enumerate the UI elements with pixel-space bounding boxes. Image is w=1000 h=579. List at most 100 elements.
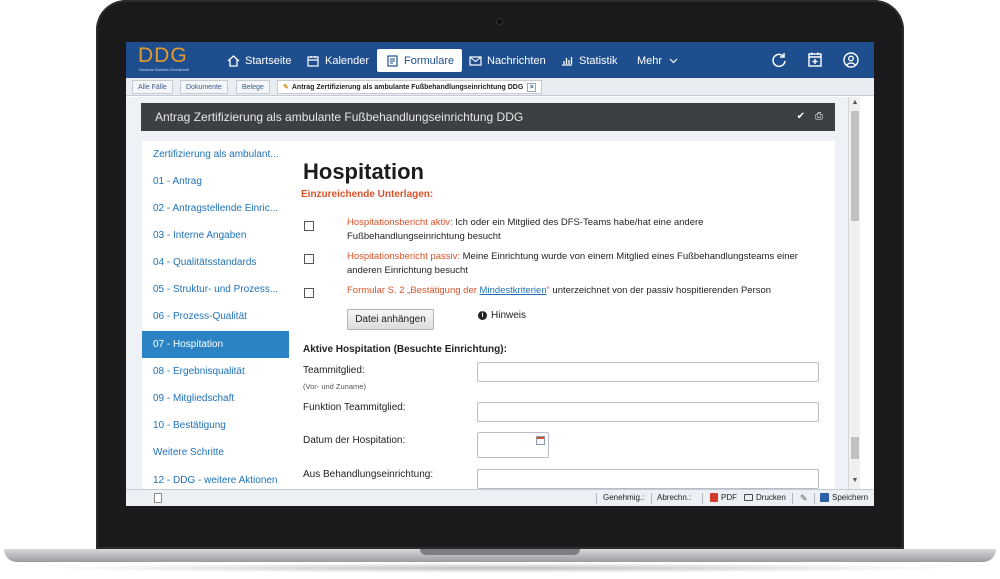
bar-chart-icon bbox=[560, 54, 574, 68]
scroll-thumb[interactable] bbox=[851, 111, 859, 221]
sidebar-item-antrag[interactable]: 01 - Antrag bbox=[142, 168, 289, 195]
laptop-shadow bbox=[40, 563, 960, 573]
sidebar-item-weitere-schritte[interactable]: Weitere Schritte bbox=[142, 439, 289, 466]
nav-label: Statistik bbox=[579, 54, 618, 67]
mindestkriterien-link[interactable]: Mindestkriterien bbox=[480, 285, 547, 296]
field-label-teammitglied: Teammitglied: bbox=[303, 365, 365, 376]
save-button[interactable]: Speichern bbox=[820, 493, 868, 502]
sidebar-item-struktur-prozess[interactable]: 05 - Struktur- und Prozess... bbox=[142, 276, 289, 303]
refresh-icon[interactable] bbox=[770, 51, 788, 69]
logo-subtitle: Deutsche Diabetes Gesellschaft bbox=[139, 68, 189, 72]
document-icon bbox=[154, 493, 162, 503]
pdf-icon bbox=[710, 493, 718, 502]
nav-mehr[interactable]: Mehr bbox=[637, 49, 680, 72]
divider bbox=[702, 493, 703, 504]
divider bbox=[596, 493, 597, 504]
scrollbar[interactable]: ▲ ▼ bbox=[848, 97, 860, 489]
pencil-icon: ✎ bbox=[283, 84, 289, 91]
ddg-logo[interactable]: DDG Deutsche Diabetes Gesellschaft bbox=[138, 44, 208, 75]
main-panel: Hospitation Einzureichende Unterlagen: H… bbox=[289, 141, 835, 489]
requirement-label: Hospitationsbericht aktiv: bbox=[347, 217, 453, 228]
attachment-button[interactable]: ✎ bbox=[800, 493, 808, 504]
field-label-funktion: Funktion Teammitglied: bbox=[303, 402, 406, 413]
mail-icon bbox=[468, 54, 482, 68]
nav-label: Mehr bbox=[637, 54, 663, 67]
sidebar-item-hospitation[interactable]: 07 - Hospitation bbox=[142, 331, 289, 358]
camera-icon bbox=[496, 18, 503, 25]
hint-link[interactable]: i Hinweis bbox=[478, 310, 526, 321]
nav-formulare[interactable]: Formulare bbox=[377, 49, 463, 72]
checkbox-hospitationsbericht-aktiv[interactable] bbox=[304, 221, 314, 231]
tab-label: Antrag Zertifizierung als ambulante Fußb… bbox=[291, 84, 524, 91]
field-label-behandlungseinrichtung: Aus Behandlungseinrichtung: bbox=[303, 469, 434, 480]
requirement-formular: Formular S. 2 „Bestätigung der Mindestkr… bbox=[347, 284, 807, 298]
print-label: Drucken bbox=[756, 493, 786, 502]
screen: DDG Deutsche Diabetes Gesellschaft Start… bbox=[126, 42, 874, 506]
divider bbox=[814, 493, 815, 504]
attach-file-button[interactable]: Datei anhängen bbox=[347, 309, 434, 330]
nav-startseite[interactable]: Startseite bbox=[226, 49, 291, 72]
sidebar-item-bestaetigung[interactable]: 10 - Bestätigung bbox=[142, 412, 289, 439]
calendar-add-icon[interactable] bbox=[806, 51, 824, 69]
step-sidebar: Zertifizierung als ambulant... 01 - Antr… bbox=[142, 141, 289, 489]
datum-hospitation-input[interactable] bbox=[477, 432, 549, 458]
tab-label: Alle Fälle bbox=[138, 84, 167, 91]
close-icon[interactable]: × bbox=[527, 82, 537, 92]
pdf-button[interactable]: PDF bbox=[710, 493, 737, 502]
tab-belege[interactable]: Belege bbox=[236, 80, 270, 94]
home-icon bbox=[226, 54, 240, 68]
field-label-datum: Datum der Hospitation: bbox=[303, 435, 406, 446]
form-title: Antrag Zertifizierung als ambulante Fußb… bbox=[155, 110, 524, 124]
sidebar-item-antragstellende[interactable]: 02 - Antragstellende Einric... bbox=[142, 195, 289, 222]
field-sublabel-teammitglied: (Vor- und Zuname) bbox=[303, 382, 366, 391]
form-title-bar: Antrag Zertifizierung als ambulante Fußb… bbox=[141, 103, 835, 131]
nav-label: Kalender bbox=[325, 54, 370, 67]
user-icon[interactable] bbox=[842, 51, 860, 69]
requirement-label: Formular S. 2 „Bestätigung der bbox=[347, 285, 480, 296]
checkbox-hospitationsbericht-passiv[interactable] bbox=[304, 254, 314, 264]
hint-label: Hinweis bbox=[491, 310, 527, 321]
nav-label: Formulare bbox=[404, 54, 455, 67]
tab-label: Dokumente bbox=[186, 84, 222, 91]
sidebar-item-ergebnisqualitaet[interactable]: 08 - Ergebnisqualität bbox=[142, 358, 289, 385]
pdf-label: PDF bbox=[721, 493, 737, 502]
tab-dokumente[interactable]: Dokumente bbox=[180, 80, 228, 94]
nav-label: Startseite bbox=[245, 54, 292, 67]
funktion-teammitglied-input[interactable] bbox=[477, 402, 819, 422]
requirement-passiv: Hospitationsbericht passiv: Meine Einric… bbox=[347, 250, 807, 278]
chevron-down-icon bbox=[666, 54, 680, 68]
nav-kalender[interactable]: Kalender bbox=[306, 49, 369, 72]
sidebar-item-interne-angaben[interactable]: 03 - Interne Angaben bbox=[142, 222, 289, 249]
tab-bar: Alle Fälle Dokumente Belege ✎ Antrag Zert… bbox=[126, 78, 874, 96]
checkbox-formular-s2[interactable] bbox=[304, 288, 314, 298]
logo-text: DDG bbox=[138, 44, 188, 67]
behandlungseinrichtung-input[interactable] bbox=[477, 469, 819, 489]
info-icon: i bbox=[478, 311, 487, 320]
print-icon[interactable]: ⎙ bbox=[815, 111, 823, 122]
divider bbox=[792, 493, 793, 504]
sidebar-item-zertifizierung[interactable]: Zertifizierung als ambulant... bbox=[142, 141, 289, 168]
sidebar-item-prozess-qualitaet[interactable]: 06 - Prozess-Qualität bbox=[142, 303, 289, 330]
tab-alle-faelle[interactable]: Alle Fälle bbox=[132, 80, 173, 94]
nav-statistik[interactable]: Statistik bbox=[560, 49, 618, 72]
nav-nachrichten[interactable]: Nachrichten bbox=[468, 49, 546, 72]
sidebar-item-qualitaetsstandards[interactable]: 04 - Qualitätsstandards bbox=[142, 249, 289, 276]
top-navigation: DDG Deutsche Diabetes Gesellschaft Start… bbox=[126, 42, 874, 78]
genehmigung-status: Genehmig.: bbox=[603, 493, 645, 502]
scroll-up-icon[interactable]: ▲ bbox=[849, 97, 861, 109]
laptop-notch bbox=[420, 549, 580, 555]
teammitglied-input[interactable] bbox=[477, 362, 819, 382]
save-icon bbox=[820, 493, 829, 502]
scroll-down-icon[interactable]: ▼ bbox=[849, 475, 861, 487]
tab-antrag-zertifizierung[interactable]: ✎ Antrag Zertifizierung als ambulante Fuß… bbox=[277, 80, 543, 94]
requirement-text: unterzeichnet von der passiv hospitieren… bbox=[549, 285, 772, 296]
requirement-aktiv: Hospitationsbericht aktiv: Ich oder ein … bbox=[347, 216, 807, 244]
print-button[interactable]: Drucken bbox=[744, 493, 786, 502]
scroll-thumb-lower[interactable] bbox=[851, 437, 859, 459]
check-icon[interactable]: ✔ bbox=[797, 111, 805, 122]
sidebar-item-mitgliedschaft[interactable]: 09 - Mitgliedschaft bbox=[142, 385, 289, 412]
printer-icon bbox=[744, 494, 753, 501]
paperclip-icon: ✎ bbox=[800, 493, 808, 503]
save-label: Speichern bbox=[832, 493, 869, 502]
calendar-picker-icon[interactable] bbox=[536, 436, 545, 445]
